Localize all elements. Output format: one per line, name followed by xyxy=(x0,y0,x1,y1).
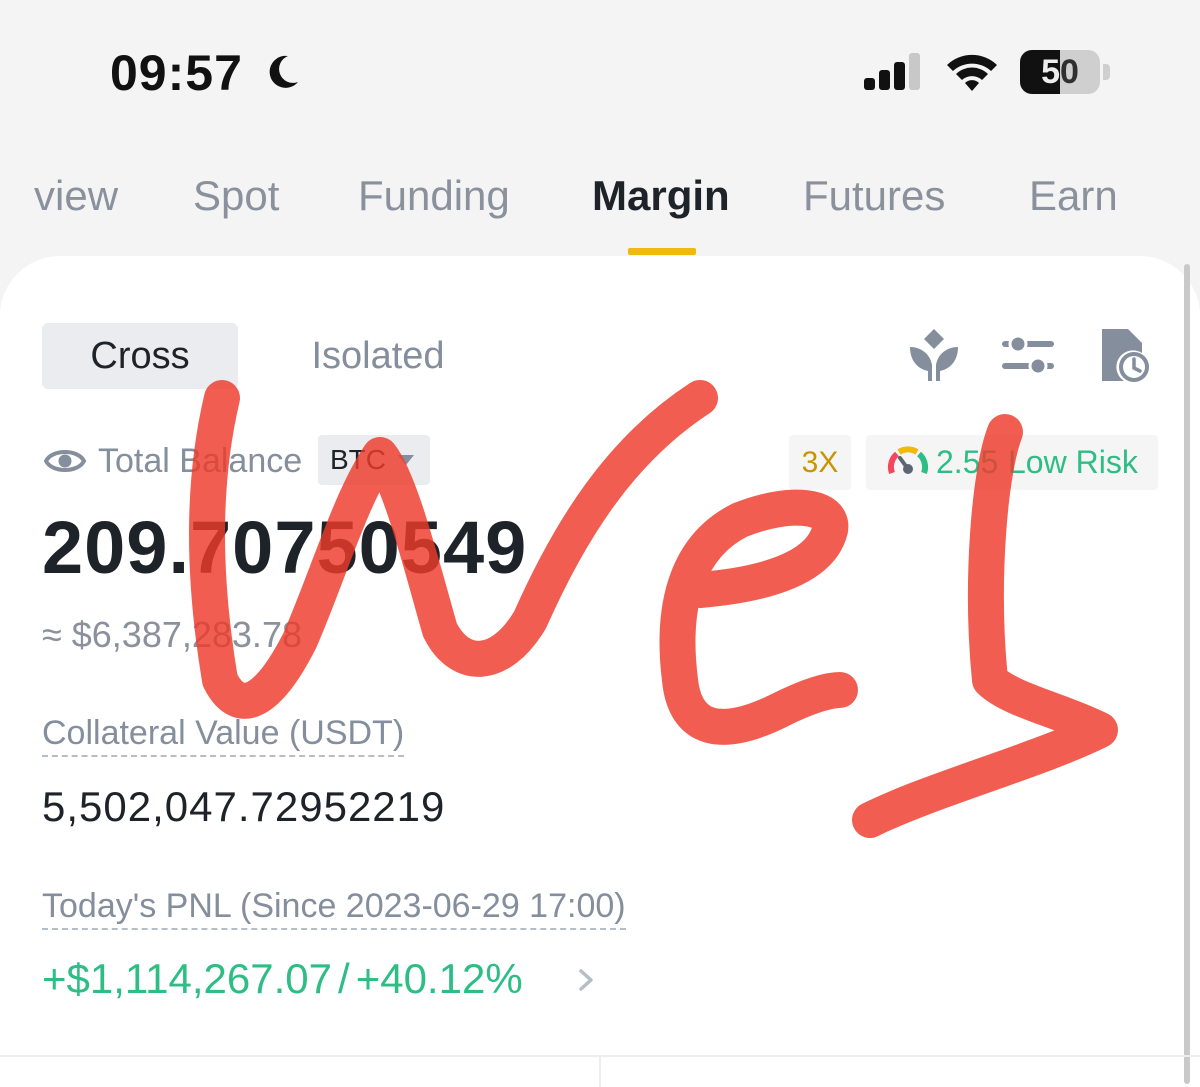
todays-pnl[interactable]: +$1,114,267.07/+40.12% xyxy=(42,955,523,1003)
bottom-column-divider xyxy=(599,1055,601,1087)
risk-badge[interactable]: 2.55 Low Risk xyxy=(866,435,1158,490)
sliders-icon[interactable] xyxy=(1000,325,1056,385)
battery-icon: 50 xyxy=(1020,50,1112,94)
chevron-right-icon[interactable] xyxy=(576,967,596,993)
tab-margin[interactable]: Margin xyxy=(592,172,730,220)
borrow-icon[interactable] xyxy=(906,325,962,385)
caret-down-icon xyxy=(398,455,414,465)
tab-funding[interactable]: Funding xyxy=(358,172,510,220)
total-balance-value: 209.70750549 xyxy=(42,506,528,589)
risk-ratio: 2.55 xyxy=(936,444,999,480)
history-icon[interactable] xyxy=(1098,325,1154,385)
usd-equivalent: ≈ $6,387,283.78 xyxy=(42,614,302,655)
active-tab-indicator xyxy=(628,248,696,255)
currency-value: BTC xyxy=(330,444,386,475)
collateral-value-label[interactable]: Collateral Value (USDT) xyxy=(42,714,405,757)
leverage-badge: 3X xyxy=(789,435,851,490)
battery-level: 50 xyxy=(1041,53,1079,91)
isolated-tab[interactable]: Isolated xyxy=(270,323,486,389)
pnl-amount: +$1,114,267.07 xyxy=(42,955,333,1002)
risk-level: Low Risk xyxy=(1008,444,1138,480)
tab-futures[interactable]: Futures xyxy=(803,172,945,220)
currency-select[interactable]: BTC xyxy=(318,435,430,485)
status-time: 09:57 xyxy=(110,45,243,101)
eye-icon[interactable] xyxy=(44,442,86,480)
total-balance-label: Total Balance xyxy=(98,442,303,480)
tab-spot[interactable]: Spot xyxy=(193,172,279,220)
wifi-icon xyxy=(947,54,997,91)
pnl-separator: / xyxy=(338,955,350,1002)
tab-earn[interactable]: Earn xyxy=(1029,172,1118,220)
todays-pnl-label[interactable]: Today's PNL (Since 2023-06-29 17:00) xyxy=(42,887,626,930)
scrollbar[interactable] xyxy=(1184,264,1190,1084)
tab-overview[interactable]: view xyxy=(34,172,118,220)
cross-tab[interactable]: Cross xyxy=(42,323,238,389)
status-bar: 09:57 50 xyxy=(0,0,1200,130)
collateral-value: 5,502,047.72952219 xyxy=(42,783,446,830)
wallet-tabs: view Spot Funding Margin Futures Earn xyxy=(0,160,1200,260)
gauge-icon xyxy=(887,446,929,475)
pnl-percent: +40.12% xyxy=(355,955,523,1002)
moon-icon xyxy=(269,55,298,88)
signal-icon xyxy=(864,53,920,90)
